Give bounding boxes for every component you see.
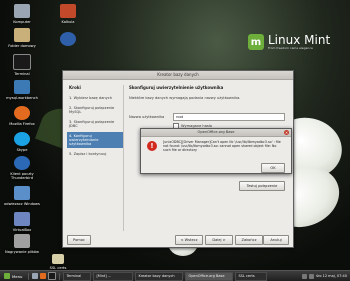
brand-name: Linux Mint xyxy=(268,33,331,47)
mysql-workbench-icon xyxy=(14,80,30,94)
desktop-icon-label: Klient poczty Thunderbird xyxy=(10,172,34,180)
desktop-icon-globe[interactable] xyxy=(50,32,86,48)
terminal-icon xyxy=(13,54,31,70)
error-dialog: OpenOffice.org Base × ! [unixODBC][Drive… xyxy=(140,128,292,174)
desktop-icon-home[interactable]: Folder domowy xyxy=(4,28,40,48)
desktop-icon-label: Nagrywanie plików xyxy=(5,250,39,254)
desktop-icon-label: Mozilla Firefox xyxy=(9,122,35,126)
globe-icon xyxy=(60,32,76,46)
desktop-icon-virtualbox[interactable]: VirtualBox xyxy=(4,212,40,232)
desktop-icon-label: Skype xyxy=(16,148,28,152)
task-ssl-certs[interactable]: SSL certs xyxy=(235,271,268,281)
steps-panel: Kroki 1. Wybierz bazę danych 2. Skonfigu… xyxy=(67,85,124,231)
close-icon[interactable]: × xyxy=(284,130,289,135)
network-icon[interactable] xyxy=(302,273,308,279)
username-input[interactable]: root xyxy=(173,113,285,121)
menu-button[interactable]: Menu xyxy=(0,272,26,280)
desktop-icon-label: mysql-workbench xyxy=(6,96,38,100)
test-connection-button[interactable]: Testuj połączenie xyxy=(239,181,285,191)
desktop-icon-label: odwiezacz Windows xyxy=(4,202,40,206)
skype-icon xyxy=(14,132,30,146)
linux-mint-logo: m Linux Mint From freedom came elegance xyxy=(248,34,330,50)
firefox-icon xyxy=(14,106,30,120)
desktop-icon-computer[interactable]: Komputer xyxy=(4,4,40,24)
mint-menu-icon xyxy=(4,273,10,279)
help-button[interactable]: Pomoc xyxy=(67,235,91,245)
finish-button[interactable]: Zakończ xyxy=(235,235,263,245)
window-title[interactable]: Kreator bazy danych xyxy=(63,71,293,80)
separator xyxy=(59,272,61,280)
step-2[interactable]: 2. Skonfiguruj połączenie MySQL xyxy=(67,104,123,116)
content-panel: Skonfiguruj uwierzytelnienie użytkownika… xyxy=(129,85,287,100)
back-button[interactable]: < Wstecz xyxy=(175,235,203,245)
firefox-launcher-icon[interactable] xyxy=(40,273,47,279)
system-tray: śro 12 maj, 07:40 xyxy=(302,273,350,279)
desktop-icon-calculator[interactable]: Kalkula xyxy=(50,4,86,24)
separator xyxy=(28,272,30,280)
desktop-icon-label: Terminal xyxy=(14,72,30,76)
taskbar: Menu Terminal [Mint] ... Kreator bazy da… xyxy=(0,270,350,281)
ok-button[interactable]: OK xyxy=(261,163,285,173)
error-message: [unixODBC][Driver Manager]Can't open lib… xyxy=(163,140,281,153)
desktop-icon-skype[interactable]: Skype xyxy=(4,132,40,152)
error-icon: ! xyxy=(147,141,157,151)
windows-icon xyxy=(14,186,30,200)
step-5[interactable]: 5. Zapisz i kontynuuj xyxy=(67,150,123,158)
thunderbird-icon xyxy=(14,156,30,170)
desktop-icon-ssl[interactable]: SSL certs xyxy=(40,254,76,270)
username-label: Nazwa użytkownika xyxy=(129,115,165,119)
calculator-icon xyxy=(60,4,76,18)
disc-burner-icon xyxy=(14,234,30,248)
dialog-title[interactable]: OpenOffice.org Base xyxy=(141,129,291,137)
desktop-icon-windows[interactable]: odwiezacz Windows xyxy=(4,186,40,206)
show-desktop-icon[interactable] xyxy=(32,273,39,279)
task-mint[interactable]: [Mint] ... xyxy=(93,271,134,281)
section-heading: Skonfiguruj uwierzytelnienie użytkownika xyxy=(129,85,224,90)
step-1[interactable]: 1. Wybierz bazę danych xyxy=(67,94,123,102)
task-database-wizard[interactable]: Kreator bazy danych xyxy=(135,271,184,281)
desktop-icon-firefox[interactable]: Mozilla Firefox xyxy=(4,106,40,126)
desktop-icon-terminal[interactable]: Terminal xyxy=(4,54,40,76)
desktop-icon-label: Komputer xyxy=(13,20,31,24)
desktop-icon-mysql[interactable]: mysql-workbench xyxy=(4,80,40,100)
task-openoffice-base[interactable]: OpenOffice.org Base xyxy=(185,271,234,281)
document-icon xyxy=(52,254,64,264)
virtualbox-icon xyxy=(14,212,30,226)
terminal-launcher-icon[interactable] xyxy=(48,272,57,280)
volume-icon[interactable] xyxy=(309,273,315,279)
step-3[interactable]: 3. Skonfiguruj połączenie JDBC xyxy=(67,118,123,130)
menu-label: Menu xyxy=(12,273,23,279)
computer-icon xyxy=(14,4,30,18)
folder-icon xyxy=(14,28,30,42)
mint-logo-icon: m xyxy=(248,34,264,50)
desktop-icon-label: VirtualBox xyxy=(12,228,32,232)
desktop-icon-thunderbird[interactable]: Klient poczty Thunderbird xyxy=(4,156,40,180)
cancel-button[interactable]: Anuluj xyxy=(263,235,289,245)
task-terminal[interactable]: Terminal xyxy=(63,271,92,281)
step-4-active[interactable]: 4. Konfiguruj uwierzytelnianie użytkowni… xyxy=(67,132,123,148)
next-button[interactable]: Dalej > xyxy=(205,235,233,245)
desktop-icon-label: Folder domowy xyxy=(8,44,36,48)
desktop-icon-label: Kalkula xyxy=(61,20,75,24)
clock[interactable]: śro 12 maj, 07:40 xyxy=(316,274,347,278)
steps-heading: Kroki xyxy=(69,85,81,90)
desktop-icon-recorder[interactable]: Nagrywanie plików xyxy=(4,234,40,254)
section-description: Niektóre bazy danych wymagają podania na… xyxy=(129,96,241,100)
